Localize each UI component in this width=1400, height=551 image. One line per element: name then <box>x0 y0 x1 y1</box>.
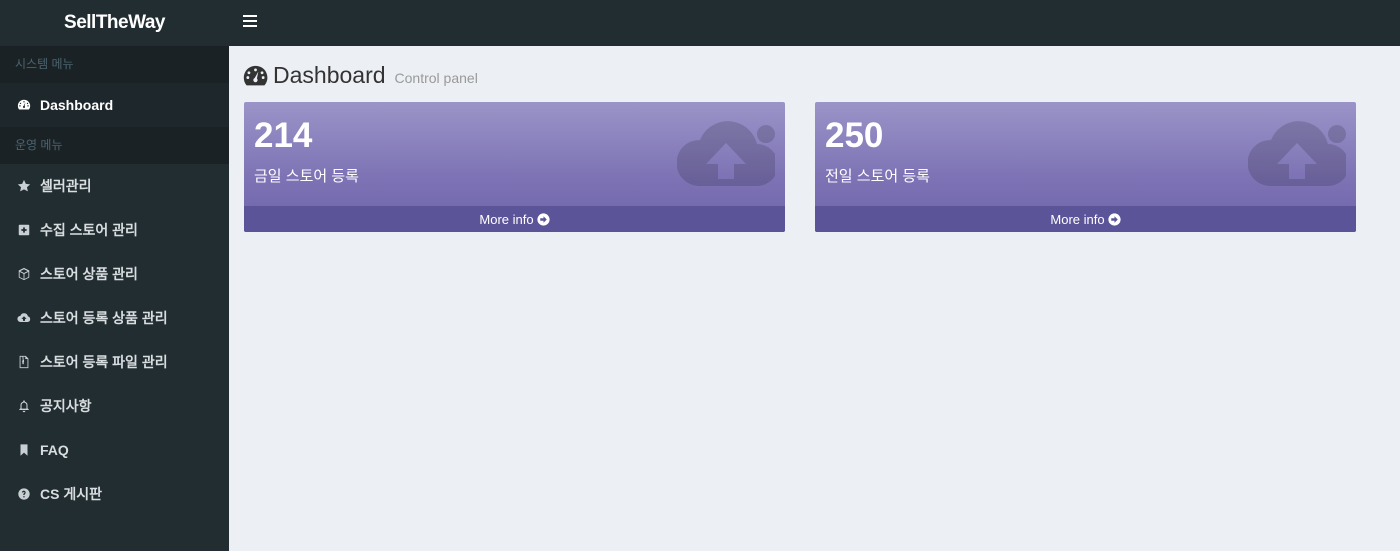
more-info-link[interactable]: More info <box>815 206 1356 232</box>
sidebar-item-label: 수집 스토어 관리 <box>40 222 138 238</box>
arrow-circle-right-icon <box>537 212 550 226</box>
dashboard-gauge-icon <box>243 65 268 85</box>
sidebar-item-registered-products[interactable]: 스토어 등록 상품 관리 <box>0 296 229 340</box>
app-logo[interactable]: SellTheWay <box>0 0 229 46</box>
main-content: Dashboard Control panel 214 금일 스토어 등록 Mo… <box>229 46 1400 551</box>
sidebar-item-seller[interactable]: 셀러관리 <box>0 164 229 208</box>
sidebar-item-label: 스토어 등록 파일 관리 <box>40 354 168 370</box>
sidebar-item-label: 공지사항 <box>40 398 92 414</box>
bell-icon <box>17 399 31 413</box>
sidebar-section-operation: 운영 메뉴 <box>0 127 229 164</box>
arrow-circle-right-icon <box>1108 212 1121 226</box>
question-circle-icon <box>17 487 31 501</box>
cloud-upload-icon <box>677 121 775 186</box>
plus-square-icon <box>17 223 31 237</box>
sidebar-item-label: 셀러관리 <box>40 178 92 194</box>
top-navbar: SellTheWay <box>0 0 1400 46</box>
stat-label: 전일 스토어 등록 <box>825 168 930 185</box>
stat-value: 214 <box>254 116 313 155</box>
star-icon <box>17 179 31 193</box>
sidebar-item-label: Dashboard <box>40 97 114 113</box>
sidebar-item-collect-store[interactable]: 수집 스토어 관리 <box>0 208 229 252</box>
sidebar-section-system: 시스템 메뉴 <box>0 46 229 83</box>
stat-box-yesterday: 250 전일 스토어 등록 More info <box>815 102 1356 232</box>
sidebar-item-dashboard[interactable]: Dashboard <box>0 83 229 127</box>
sidebar: 시스템 메뉴 Dashboard 운영 메뉴 셀러관리 수집 스토어 관리 스토… <box>0 46 229 551</box>
sidebar-item-cs-board[interactable]: CS 게시판 <box>0 472 229 516</box>
stat-label: 금일 스토어 등록 <box>254 168 359 185</box>
sidebar-item-label: CS 게시판 <box>40 486 102 502</box>
sidebar-item-registered-files[interactable]: 스토어 등록 파일 관리 <box>0 340 229 384</box>
more-info-link[interactable]: More info <box>244 206 785 232</box>
sidebar-item-label: 스토어 상품 관리 <box>40 266 138 282</box>
sidebar-item-store-products[interactable]: 스토어 상품 관리 <box>0 252 229 296</box>
sidebar-item-faq[interactable]: FAQ <box>0 428 229 472</box>
bookmark-icon <box>17 443 31 457</box>
cloud-upload-icon <box>1248 121 1346 186</box>
dashboard-gauge-icon <box>17 98 31 112</box>
sidebar-item-label: 스토어 등록 상품 관리 <box>40 310 168 326</box>
page-subtitle: Control panel <box>394 70 478 86</box>
page-header: Dashboard Control panel <box>243 62 478 89</box>
stat-box-today: 214 금일 스토어 등록 More info <box>244 102 785 232</box>
stat-value: 250 <box>825 116 884 155</box>
sidebar-item-notice[interactable]: 공지사항 <box>0 384 229 428</box>
file-zip-icon <box>17 355 31 369</box>
hamburger-menu-icon[interactable] <box>243 15 257 28</box>
cube-icon <box>17 267 31 281</box>
page-title: Dashboard <box>273 62 386 88</box>
more-info-label: More info <box>1050 211 1105 227</box>
cloud-upload-icon <box>17 311 31 325</box>
sidebar-item-label: FAQ <box>40 442 69 458</box>
more-info-label: More info <box>479 211 534 227</box>
